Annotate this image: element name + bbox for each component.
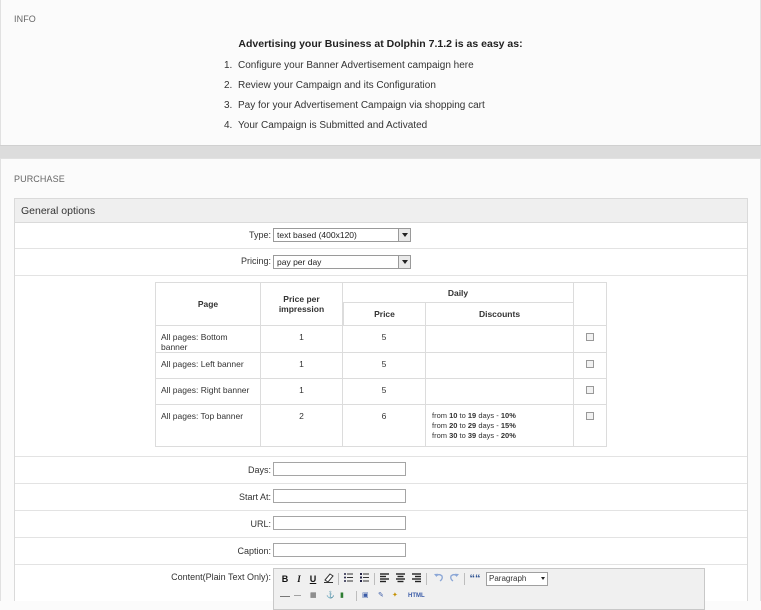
table-cell-price: 6 xyxy=(343,405,426,447)
pricing-label: Pricing: xyxy=(240,256,271,266)
row-select-checkbox[interactable] xyxy=(586,360,594,368)
row-select-checkbox[interactable] xyxy=(586,386,594,394)
start-at-input[interactable] xyxy=(273,489,406,503)
column-header-price: Price xyxy=(343,303,426,326)
list-item: 3. Pay for your Advertisement Campaign vi… xyxy=(224,100,485,111)
table-row: All pages: Left banner 1 5 xyxy=(155,353,607,379)
table-cell-ppi: 1 xyxy=(261,326,343,353)
table-cell-ppi: 1 xyxy=(261,379,343,405)
row-select-checkbox[interactable] xyxy=(586,333,594,341)
type-select[interactable]: text based (400x120) xyxy=(273,228,411,242)
intro-title: Advertising your Business at Dolphin 7.1… xyxy=(238,38,523,50)
days-row: Days: xyxy=(15,457,747,484)
table-row: All pages: Top banner 2 6 from 10 to 19 … xyxy=(155,405,607,447)
table-row: All pages: Right banner 1 5 xyxy=(155,379,607,405)
form-section-header: General options xyxy=(15,199,747,223)
pricing-select[interactable]: pay per day xyxy=(273,255,411,269)
column-header-daily: Daily xyxy=(343,282,574,303)
row-select-checkbox[interactable] xyxy=(586,412,594,420)
underline-button[interactable]: U xyxy=(308,572,318,586)
steps-list: 1. Configure your Banner Advertisement ca… xyxy=(224,60,485,140)
type-label: Type: xyxy=(248,230,271,240)
column-header-price-per-impression: Price per impression xyxy=(261,282,343,326)
eraser-icon[interactable] xyxy=(322,572,334,586)
caption-input[interactable] xyxy=(273,543,406,557)
content-editor[interactable]: B I U ““ Paragraph — ▦ ⚓ ▮ ▣ ✎ ✦ HTML xyxy=(273,568,705,610)
start-at-row: Start At: xyxy=(15,484,747,511)
bullet-list-icon[interactable] xyxy=(342,572,354,586)
days-label: Days: xyxy=(247,465,271,475)
column-header-discounts: Discounts xyxy=(426,303,574,326)
discount-line: from 30 to 39 days - 20% xyxy=(432,431,516,440)
purchase-form: General options Type: text based (400x12… xyxy=(14,198,748,610)
italic-button[interactable]: I xyxy=(294,572,304,586)
chevron-down-icon xyxy=(398,256,410,268)
discount-line: from 10 to 19 days - 10% xyxy=(432,411,516,420)
form-section-title: General options xyxy=(21,205,96,217)
table-cell-ppi: 2 xyxy=(261,405,343,447)
bold-button[interactable]: B xyxy=(280,572,290,586)
days-input[interactable] xyxy=(273,462,406,476)
align-left-icon[interactable] xyxy=(378,572,390,586)
table-cell-price: 5 xyxy=(343,353,426,379)
list-item: 1. Configure your Banner Advertisement ca… xyxy=(224,60,474,71)
purchase-section-label: PURCHASE xyxy=(14,174,65,184)
url-input[interactable] xyxy=(273,516,406,530)
type-row: Type: text based (400x120) xyxy=(15,223,747,249)
redo-icon[interactable] xyxy=(448,572,460,586)
blockquote-icon[interactable]: ““ xyxy=(468,572,482,586)
align-center-icon[interactable] xyxy=(394,572,406,586)
info-section-label: INFO xyxy=(14,14,36,24)
start-at-label: Start At: xyxy=(238,492,271,502)
table-cell-ppi: 1 xyxy=(261,353,343,379)
table-cell-discounts xyxy=(426,353,574,379)
chevron-down-icon xyxy=(398,229,410,241)
content-label: Content(Plain Text Only): xyxy=(171,572,271,582)
table-row: All pages: Bottom banner 1 5 xyxy=(155,326,607,353)
table-cell-discounts: from 10 to 19 days - 10% from 20 to 29 d… xyxy=(426,405,574,447)
column-header-select xyxy=(574,282,607,326)
price-table: Page Price per impression Daily Price Di… xyxy=(155,282,607,447)
url-label: URL: xyxy=(250,519,271,529)
caption-row: Caption: xyxy=(15,538,747,565)
caption-label: Caption: xyxy=(237,546,271,556)
horizontal-rule-icon[interactable] xyxy=(280,596,290,597)
format-select[interactable]: Paragraph xyxy=(486,572,548,586)
table-cell-discounts xyxy=(426,326,574,353)
table-cell-discounts xyxy=(426,379,574,405)
table-cell-price: 5 xyxy=(343,379,426,405)
table-cell-page: All pages: Right banner xyxy=(155,379,261,405)
list-item: 4. Your Campaign is Submitted and Activat… xyxy=(224,120,428,131)
undo-icon[interactable] xyxy=(432,572,444,586)
pricing-row: Pricing: pay per day xyxy=(15,249,747,276)
list-item: 2. Review your Campaign and its Configura… xyxy=(224,80,436,91)
table-cell-page: All pages: Top banner xyxy=(155,405,261,447)
discount-line: from 20 to 29 days - 15% xyxy=(432,421,516,430)
table-cell-price: 5 xyxy=(343,326,426,353)
table-cell-page: All pages: Left banner xyxy=(155,353,261,379)
url-row: URL: xyxy=(15,511,747,538)
numbered-list-icon[interactable] xyxy=(358,572,370,586)
column-header-page: Page xyxy=(155,282,261,326)
table-cell-page: All pages: Bottom banner xyxy=(155,326,261,353)
align-right-icon[interactable] xyxy=(410,572,422,586)
